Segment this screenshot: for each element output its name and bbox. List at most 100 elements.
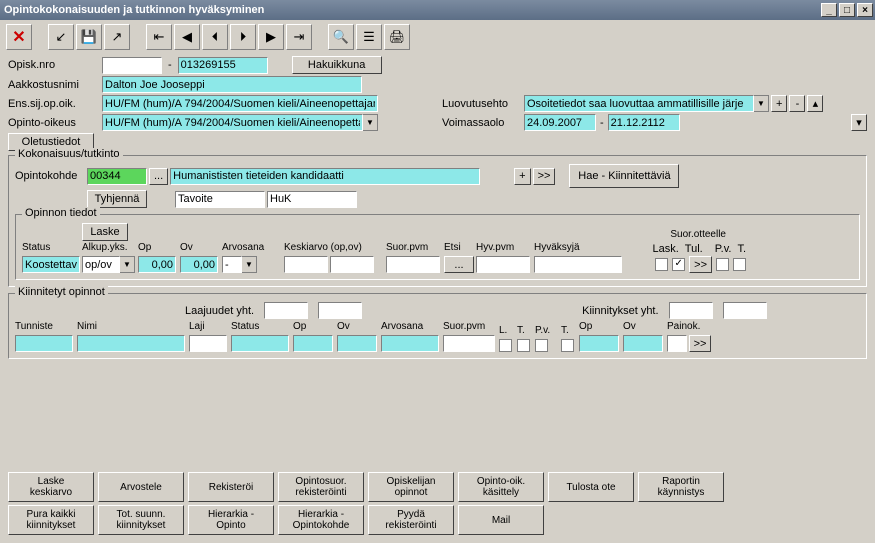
footer-buttons: Laske keskiarvoArvosteleRekisteröiOpinto… (8, 469, 867, 535)
luov-plus-button[interactable]: + (771, 95, 787, 112)
cancel-icon[interactable]: ✕ (6, 24, 32, 50)
footer-btn-r2-5[interactable]: Mail (458, 505, 544, 535)
kiinn-a-input[interactable] (669, 302, 713, 319)
status-input[interactable] (22, 256, 80, 273)
footer-btn-r1-0[interactable]: Laske keskiarvo (8, 472, 94, 502)
voim-to-input[interactable] (608, 114, 680, 131)
dropdown-icon[interactable]: ▼ (242, 256, 257, 273)
footer-btn-r2-3[interactable]: Hierarkia - Opintokohde (278, 505, 364, 535)
l-checkbox[interactable] (499, 339, 512, 352)
op-input[interactable] (138, 256, 176, 273)
minimize-button[interactable]: _ (821, 3, 837, 17)
hyvaksyja-input[interactable] (534, 256, 622, 273)
keskiarvo-op-input[interactable] (284, 256, 328, 273)
hae-kiinnitettavia-button[interactable]: Hae - Kiinnitettäviä (569, 164, 679, 188)
hyv-pvm-input[interactable] (476, 256, 530, 273)
tyhjenna-button[interactable]: Tyhjennä (87, 190, 147, 208)
footer-btn-r2-0[interactable]: Pura kaikki kiinnitykset (8, 505, 94, 535)
footer-btn-r1-7[interactable]: Raportin käynnistys (638, 472, 724, 502)
op2-input[interactable] (293, 335, 333, 352)
footer-btn-r2-1[interactable]: Tot. suunn. kiinnitykset (98, 505, 184, 535)
nav-next-icon[interactable]: ▶ (258, 24, 284, 50)
opintokohde-code-input[interactable] (87, 168, 147, 185)
dropdown-icon[interactable]: ▼ (363, 114, 378, 131)
ov-input[interactable] (180, 256, 218, 273)
pv-checkbox[interactable] (716, 258, 729, 271)
kiinn-b-input[interactable] (723, 302, 767, 319)
save-icon[interactable]: 💾 (76, 24, 102, 50)
label-luovutusehto: Luovutusehto (442, 98, 522, 110)
t2-checkbox[interactable] (517, 339, 530, 352)
ok-gt-button[interactable]: >> (533, 168, 556, 185)
suor-gt-button[interactable]: >> (689, 256, 712, 273)
tul-checkbox[interactable] (672, 258, 685, 271)
footer-btn-r1-1[interactable]: Arvostele (98, 472, 184, 502)
huk-input[interactable] (267, 191, 357, 208)
maximize-button[interactable]: □ (839, 3, 855, 17)
opinto-oikeus-select[interactable] (102, 114, 363, 131)
opisk-nro-input[interactable] (178, 57, 268, 74)
etsi-button[interactable]: ... (444, 256, 474, 273)
close-button[interactable]: × (857, 3, 873, 17)
toolbar-btn-1[interactable]: ↙ (48, 24, 74, 50)
footer-btn-r1-6[interactable]: Tulosta ote (548, 472, 634, 502)
label-keskiarvo: Keskiarvo (op,ov) (284, 242, 384, 255)
footer-btn-r2-4[interactable]: Pyydä rekisteröinti (368, 505, 454, 535)
footer-btn-r1-5[interactable]: Opinto-oik. käsittely (458, 472, 544, 502)
suor-pvm-input[interactable] (386, 256, 440, 273)
op3-input[interactable] (579, 335, 619, 352)
nimi-input[interactable] (77, 335, 185, 352)
laji-input[interactable] (189, 335, 227, 352)
voim-from-input[interactable] (524, 114, 596, 131)
footer-btn-r1-4[interactable]: Opiskelijan opinnot (368, 472, 454, 502)
keskiarvo-ov-input[interactable] (330, 256, 374, 273)
luov-minus-button[interactable]: - (789, 95, 805, 112)
t-checkbox[interactable] (733, 258, 746, 271)
dropdown-icon[interactable]: ▼ (120, 256, 135, 273)
ov2-input[interactable] (337, 335, 377, 352)
hakuikkuna-button[interactable]: Hakuikkuna (292, 56, 382, 74)
label-ens-sij: Ens.sij.op.oik. (8, 98, 100, 110)
opisk-nro-prefix[interactable] (102, 57, 162, 74)
nav-fwd-icon[interactable]: ⏵ (230, 24, 256, 50)
footer-btn-r2-2[interactable]: Hierarkia - Opinto (188, 505, 274, 535)
kokonaisuus-fieldset: Kokonaisuus/tutkinto Opintokohde ... + >… (8, 155, 867, 287)
footer-btn-r1-3[interactable]: Opintosuor. rekisteröinti (278, 472, 364, 502)
aakkostusnimi-input[interactable] (102, 76, 362, 93)
suor-pvm2-input[interactable] (443, 335, 495, 352)
alkup-select[interactable] (82, 256, 120, 273)
toolbar-btn-3[interactable]: ↗ (104, 24, 130, 50)
t3-checkbox[interactable] (561, 339, 574, 352)
painok-gt-button[interactable]: >> (689, 335, 711, 352)
tunniste-input[interactable] (15, 335, 73, 352)
label-opisk-nro: Opisk.nro (8, 59, 100, 71)
opintokohde-name-input[interactable] (170, 168, 480, 185)
nav-back-icon[interactable]: ⏴ (202, 24, 228, 50)
ok-plus-button[interactable]: + (514, 168, 530, 185)
laske-button[interactable]: Laske (82, 223, 128, 241)
status2-input[interactable] (231, 335, 289, 352)
label-status: Status (22, 242, 80, 255)
luov-down-button[interactable]: ▾ (851, 114, 867, 131)
opintokohde-browse-button[interactable]: ... (149, 168, 168, 185)
laajuudet-b-input[interactable] (318, 302, 362, 319)
arvosana2-input[interactable] (381, 335, 439, 352)
painok-input[interactable] (667, 335, 687, 352)
lask-checkbox[interactable] (655, 258, 668, 271)
print-icon[interactable]: 🖨 (384, 24, 410, 50)
luovutusehto-select[interactable] (524, 95, 754, 112)
footer-btn-r1-2[interactable]: Rekisteröi (188, 472, 274, 502)
laajuudet-a-input[interactable] (264, 302, 308, 319)
ens-sij-input[interactable] (102, 95, 378, 112)
luov-up-button[interactable]: ▴ (807, 95, 823, 112)
nav-last-icon[interactable]: ⇥ (286, 24, 312, 50)
search-icon[interactable]: 🔍 (328, 24, 354, 50)
list-icon[interactable]: ☰ (356, 24, 382, 50)
nav-prev-icon[interactable]: ◀ (174, 24, 200, 50)
nav-first-icon[interactable]: ⇤ (146, 24, 172, 50)
arvosana-select[interactable] (222, 256, 242, 273)
ov3-input[interactable] (623, 335, 663, 352)
pv2-checkbox[interactable] (535, 339, 548, 352)
tavoite-input[interactable] (175, 191, 265, 208)
dropdown-icon[interactable]: ▼ (754, 95, 769, 112)
